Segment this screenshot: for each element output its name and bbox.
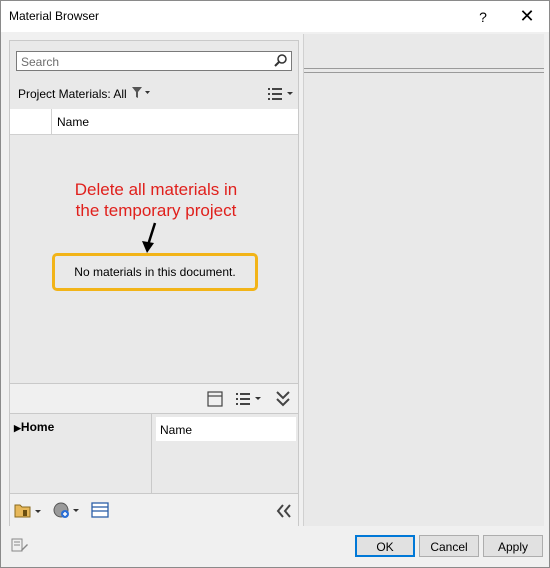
materials-list: Delete all materials in the temporary pr… [10,135,298,383]
materials-list-header: Name [10,109,298,135]
ok-button[interactable]: OK [355,535,415,557]
search-input[interactable]: Search [16,51,292,71]
material-browser-window: Material Browser ? ✕ Search Project Mate… [0,0,550,568]
annotation-line-2: the temporary project [75,201,237,220]
edit-icon[interactable] [11,537,29,553]
apply-button[interactable]: Apply [483,535,543,557]
list-view-icon[interactable] [267,87,295,104]
search-icon[interactable] [273,53,289,69]
window-title: Material Browser [9,9,100,23]
search-placeholder: Search [21,55,60,69]
library-name-column-header[interactable]: Name [160,423,192,437]
material-editor-icon[interactable] [91,501,109,519]
library-tree-home[interactable]: ▶Home [14,420,54,434]
editor-divider [304,68,544,73]
annotation-line-1: Delete all materials in [74,180,238,199]
library-view-icon[interactable] [235,392,263,406]
close-button[interactable]: ✕ [505,1,549,32]
materials-panel: Search Project Materials: All Name Delet… [9,40,299,526]
bottom-toolbar [10,493,298,526]
library-list-header: Name [156,417,296,441]
library-folder-icon[interactable] [14,502,44,520]
name-column-header[interactable]: Name [57,115,89,129]
library-toolbar [10,383,298,414]
expand-chevrons-icon[interactable] [275,390,291,408]
empty-list-message: No materials in this document. [74,265,236,279]
annotation-arrow-icon [142,222,157,253]
project-materials-row: Project Materials: All [10,81,298,107]
empty-message-highlight: No materials in this document. [52,253,258,291]
expand-triangle-icon[interactable]: ▶ [14,423,21,433]
title-bar: Material Browser ? ✕ [1,1,549,32]
cancel-button[interactable]: Cancel [419,535,479,557]
panel-toggle-icon[interactable] [207,391,223,407]
column-separator [51,109,52,134]
collapse-left-icon[interactable] [276,504,292,518]
annotation-text: Delete all materials in the temporary pr… [36,179,276,221]
library-separator [151,414,152,494]
project-materials-label: Project Materials: All [18,87,127,101]
home-label: Home [20,420,55,434]
create-material-icon[interactable] [52,501,82,521]
filter-icon[interactable] [131,86,151,103]
material-editor-panel [303,34,544,526]
help-button[interactable]: ? [461,1,505,32]
library-panel: ▶Home Name [10,413,298,494]
